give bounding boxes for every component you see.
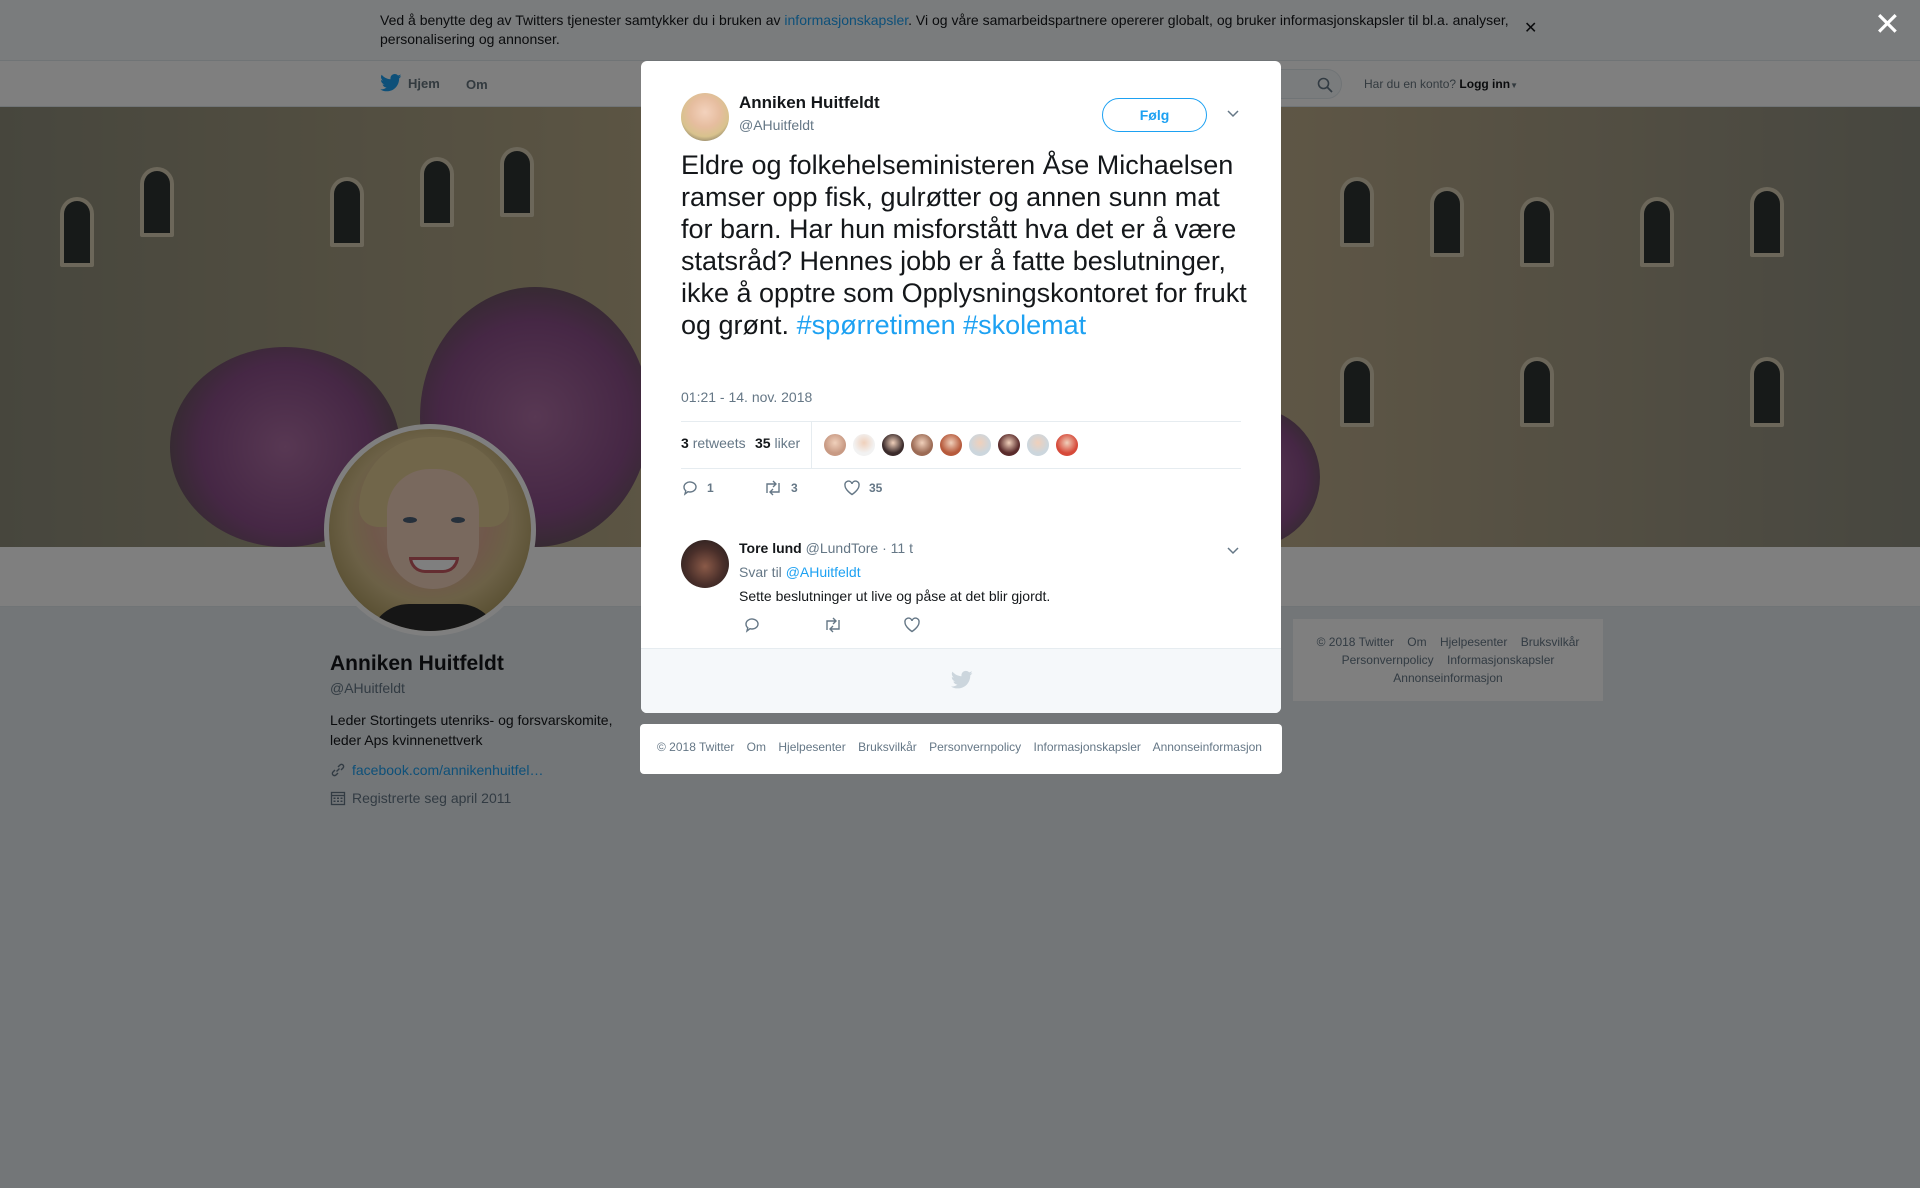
reply-icon[interactable] [743, 616, 761, 634]
stats-divider [811, 422, 812, 468]
liker-avatar[interactable] [1055, 433, 1079, 457]
liker-avatar[interactable] [1026, 433, 1050, 457]
modal-footer-bar [641, 648, 1281, 713]
likes-count: 35 [755, 435, 771, 451]
reply-author-name[interactable]: Tore lund [739, 540, 802, 556]
chevron-down-icon[interactable] [1225, 105, 1241, 121]
liker-avatar[interactable] [823, 433, 847, 457]
tweet-timestamp[interactable]: 01:21 - 14. nov. 2018 [681, 389, 812, 405]
liker-avatar[interactable] [852, 433, 876, 457]
retweet-icon[interactable] [823, 616, 843, 634]
twitter-bird-icon [951, 670, 973, 689]
reply-text: Sette beslutninger ut live og påse at de… [739, 588, 1051, 604]
likes-label: liker [774, 435, 801, 451]
footer-link-ads-info[interactable]: Annonseinformasjon [1153, 740, 1262, 754]
chevron-down-icon[interactable] [1225, 542, 1241, 558]
tweet-stats: 3 retweets 35 liker [681, 421, 1241, 469]
footer-link-cookies[interactable]: Informasjonskapsler [1034, 740, 1141, 754]
liker-avatar[interactable] [968, 433, 992, 457]
reply-author-avatar[interactable] [681, 540, 729, 588]
modal-close-icon[interactable]: ✕ [1874, 8, 1901, 40]
liker-avatars [823, 433, 1079, 457]
reply-header: Tore lund @LundTore · 11 t [739, 540, 913, 556]
like-count: 35 [869, 481, 883, 495]
liker-avatar[interactable] [997, 433, 1021, 457]
liker-avatar[interactable] [910, 433, 934, 457]
likes-stat[interactable]: 35 liker [755, 435, 800, 451]
heart-icon[interactable] [903, 616, 921, 634]
retweets-stat[interactable]: 3 retweets [681, 435, 746, 451]
reply-to: Svar til @AHuitfeldt [739, 564, 861, 580]
reply-to-link[interactable]: @AHuitfeldt [786, 564, 861, 580]
liker-avatar[interactable] [939, 433, 963, 457]
heart-icon [844, 480, 860, 496]
footer-link-terms[interactable]: Bruksvilkår [858, 740, 917, 754]
retweet-icon [766, 480, 780, 496]
like-button[interactable]: 35 [843, 479, 882, 497]
tweet-author-handle[interactable]: @AHuitfeldt [739, 117, 814, 133]
retweets-label: retweets [692, 435, 746, 451]
reply-time[interactable]: · 11 t [882, 540, 913, 556]
tweet-author-name[interactable]: Anniken Huitfeldt [739, 93, 880, 113]
liker-avatar[interactable] [881, 433, 905, 457]
footer-link-privacy[interactable]: Personvernpolicy [929, 740, 1021, 754]
reply-author-handle[interactable]: @LundTore [806, 540, 879, 556]
reply-icon [683, 481, 697, 496]
reply-count: 1 [707, 481, 714, 495]
footer-copyright: © 2018 Twitter [657, 740, 735, 754]
reply-to-label: Svar til [739, 564, 782, 580]
tweet-text: Eldre og folkehelseministeren Åse Michae… [681, 149, 1251, 341]
tweet-modal: Anniken Huitfeldt @AHuitfeldt Følg Eldre… [641, 61, 1281, 713]
tweet-author-avatar[interactable] [681, 93, 729, 141]
retweet-count: 3 [791, 481, 798, 495]
reply-tweet[interactable]: Tore lund @LundTore · 11 t Svar til @AHu… [641, 516, 1281, 636]
footer-link-help[interactable]: Hjelpesenter [778, 740, 845, 754]
retweet-button[interactable]: 3 [763, 479, 798, 497]
modal-footer-links: © 2018 Twitter Om Hjelpesenter Bruksvilk… [640, 724, 1282, 774]
footer-link-about[interactable]: Om [747, 740, 766, 754]
retweets-count: 3 [681, 435, 689, 451]
hashtag-link[interactable]: #skolemat [963, 310, 1086, 340]
reply-button[interactable]: 1 [681, 479, 714, 497]
follow-button[interactable]: Følg [1102, 98, 1207, 132]
hashtag-link[interactable]: #spørretimen [797, 310, 956, 340]
